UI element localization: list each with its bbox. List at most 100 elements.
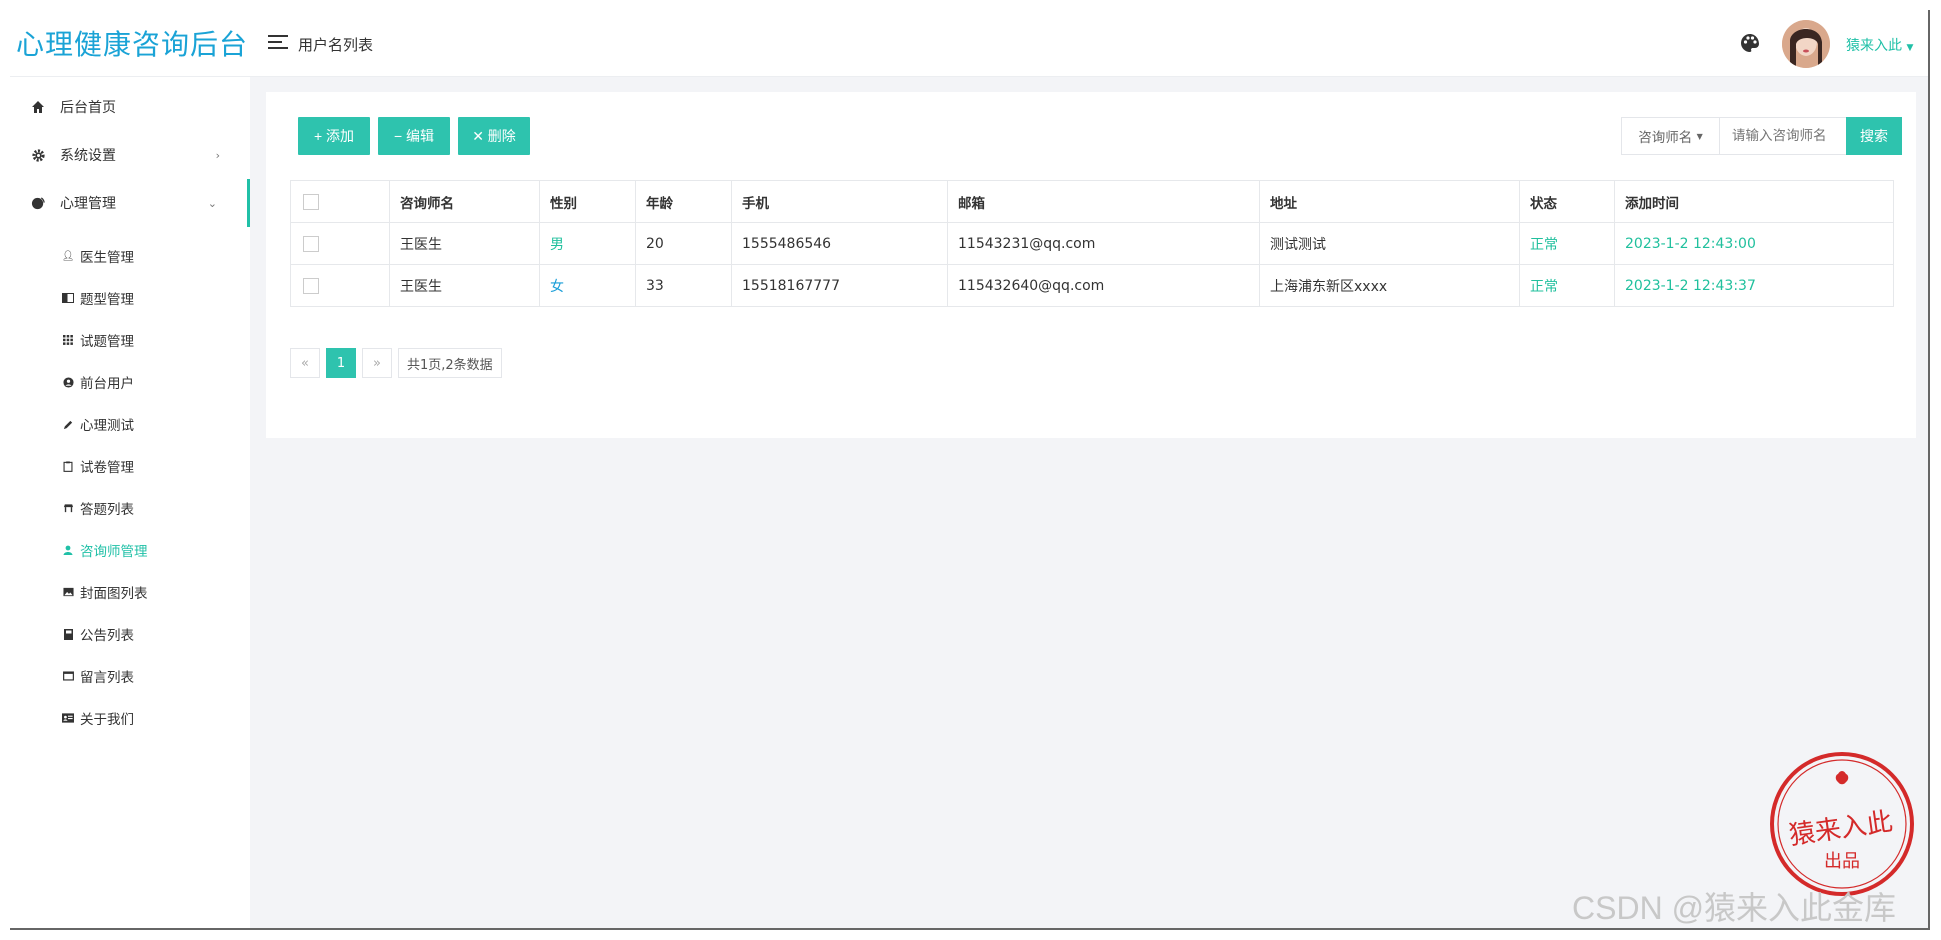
cell-name: 王医生	[389, 264, 540, 307]
sidebar-item-label: 医生管理	[80, 250, 134, 266]
sidebar-item-label: 心理测试	[80, 418, 134, 434]
shop-icon	[62, 502, 74, 514]
pagination: « 1 » 共1页,2条数据	[290, 348, 502, 378]
column-header[interactable]: 地址	[1259, 180, 1520, 223]
row-select-cell	[290, 222, 390, 265]
search-input[interactable]	[1720, 118, 1846, 154]
sidebar-item-label: 系统设置	[60, 148, 116, 164]
chevron-down-icon: ⌄	[207, 196, 217, 210]
stamp-main-text: 猿来入此	[1787, 807, 1894, 851]
cell-added-time: 2023-1-2 12:43:37	[1614, 264, 1894, 307]
prev-page-button[interactable]: «	[290, 348, 320, 378]
app-window: 心理健康咨询后台 用户名列表 猿来入此 ▼ 后台首页 系统设置 › 心理管理 ⌄…	[10, 10, 1930, 930]
user-icon	[62, 544, 74, 556]
sidebar-item-messages[interactable]: 留言列表	[10, 655, 250, 697]
sidebar-item-front-users[interactable]: 前台用户	[10, 361, 250, 403]
sidebar-item-counselors[interactable]: 咨询师管理	[10, 529, 250, 571]
page-1-button[interactable]: 1	[326, 348, 356, 378]
sidebar-item-label: 咨询师管理	[80, 544, 148, 560]
add-button[interactable]: + 添加	[298, 117, 370, 155]
cell-address: 上海浦东新区xxxx	[1259, 264, 1520, 307]
cell-status: 正常	[1519, 222, 1615, 265]
search-bar: 咨询师名 ▼ 搜索	[1621, 117, 1902, 155]
sidebar-item-about[interactable]: 关于我们	[10, 697, 250, 739]
search-button[interactable]: 搜索	[1846, 117, 1902, 155]
sidebar-item-papers[interactable]: 试卷管理	[10, 445, 250, 487]
cell-email: 115432640@qq.com	[947, 264, 1260, 307]
column-header[interactable]: 年龄	[635, 180, 732, 223]
chevron-right-icon: ›	[215, 148, 220, 162]
globe-icon	[30, 195, 46, 211]
select-all-checkbox[interactable]	[303, 193, 319, 210]
gear-icon	[30, 147, 46, 163]
sidebar-item-label: 心理管理	[60, 196, 116, 212]
select-all-cell	[290, 180, 390, 223]
sidebar-item-label: 试卷管理	[80, 460, 134, 476]
sidebar-item-covers[interactable]: 封面图列表	[10, 571, 250, 613]
column-header[interactable]: 状态	[1519, 180, 1615, 223]
sidebar-item-answers[interactable]: 答题列表	[10, 487, 250, 529]
cell-address: 测试测试	[1259, 222, 1520, 265]
cell-age: 20	[635, 222, 732, 265]
table-header-row: 咨询师名 性别 年龄 手机 邮箱 地址 状态 添加时间	[290, 180, 1894, 223]
user-icon: 👤︎	[61, 250, 75, 262]
brand-title: 心理健康咨询后台	[16, 28, 249, 61]
cell-added-time: 2023-1-2 12:43:00	[1614, 222, 1894, 265]
avatar[interactable]	[1782, 20, 1830, 68]
pencil-icon	[62, 418, 74, 430]
menu-icon[interactable]	[268, 35, 288, 50]
column-header[interactable]: 咨询师名	[389, 180, 540, 223]
window-icon	[62, 670, 74, 682]
column-header[interactable]: 性别	[539, 180, 636, 223]
pagination-info: 共1页,2条数据	[398, 348, 502, 378]
delete-button[interactable]: ✕ 删除	[458, 117, 530, 155]
notebook-icon	[62, 628, 74, 640]
cell-gender: 男	[539, 222, 636, 265]
table-row[interactable]: 王医生 男 20 1555486546 11543231@qq.com 测试测试…	[290, 222, 1894, 265]
cell-age: 33	[635, 264, 732, 307]
search-field-select[interactable]: 咨询师名 ▼	[1622, 118, 1720, 154]
home-icon	[30, 99, 46, 115]
top-bar: 心理健康咨询后台 用户名列表 猿来入此 ▼	[10, 10, 1928, 77]
column-header[interactable]: 手机	[731, 180, 948, 223]
palette-icon[interactable]	[1738, 31, 1762, 55]
sidebar-item-psychology[interactable]: 心理管理 ⌄	[10, 179, 250, 227]
sidebar-item-psych-tests[interactable]: 心理测试	[10, 403, 250, 445]
page-title: 用户名列表	[298, 36, 374, 54]
sidebar-item-notices[interactable]: 公告列表	[10, 613, 250, 655]
sidebar-item-label: 后台首页	[60, 100, 116, 116]
grid-icon	[62, 334, 74, 346]
row-checkbox[interactable]	[303, 235, 319, 252]
column-header[interactable]: 添加时间	[1614, 180, 1894, 223]
edit-button[interactable]: − 编辑	[378, 117, 450, 155]
content-panel: + 添加 − 编辑 ✕ 删除 咨询师名 ▼ 搜索 咨询师名 性别 年龄 手机 邮…	[266, 92, 1916, 438]
user-menu[interactable]: 猿来入此 ▼	[1846, 35, 1913, 55]
cell-email: 11543231@qq.com	[947, 222, 1260, 265]
idcard-icon	[62, 712, 74, 724]
next-page-button[interactable]: »	[362, 348, 392, 378]
sidebar: 后台首页 系统设置 › 心理管理 ⌄ 👤︎ 医生管理 题型管理 试题管理 前台用户…	[10, 77, 250, 928]
sidebar-item-home[interactable]: 后台首页	[10, 83, 250, 131]
book-icon	[62, 292, 74, 304]
caret-down-icon: ▼	[1696, 131, 1703, 141]
sidebar-item-label: 答题列表	[80, 502, 134, 518]
sidebar-item-question-types[interactable]: 题型管理	[10, 277, 250, 319]
sidebar-item-label: 试题管理	[80, 334, 134, 350]
sidebar-item-label: 关于我们	[80, 712, 134, 728]
watermark-text: CSDN @猿来入此金库	[1572, 890, 1897, 926]
sidebar-item-questions[interactable]: 试题管理	[10, 319, 250, 361]
account-icon	[62, 376, 74, 388]
cell-status: 正常	[1519, 264, 1615, 307]
seal-stamp-logo: 猿来入此 出品	[1767, 752, 1917, 902]
table-row[interactable]: 王医生 女 33 15518167777 115432640@qq.com 上海…	[290, 264, 1894, 307]
sidebar-item-label: 题型管理	[80, 292, 134, 308]
cell-name: 王医生	[389, 222, 540, 265]
column-header[interactable]: 邮箱	[947, 180, 1260, 223]
row-checkbox[interactable]	[303, 277, 319, 294]
sidebar-item-doctors[interactable]: 👤︎ 医生管理	[10, 235, 250, 277]
search-field-label: 咨询师名	[1638, 130, 1693, 146]
counselor-table: 咨询师名 性别 年龄 手机 邮箱 地址 状态 添加时间 王医生 男 20 155…	[290, 180, 1894, 307]
row-select-cell	[290, 264, 390, 307]
sidebar-item-settings[interactable]: 系统设置 ›	[10, 131, 250, 179]
sidebar-item-label: 公告列表	[80, 628, 134, 644]
